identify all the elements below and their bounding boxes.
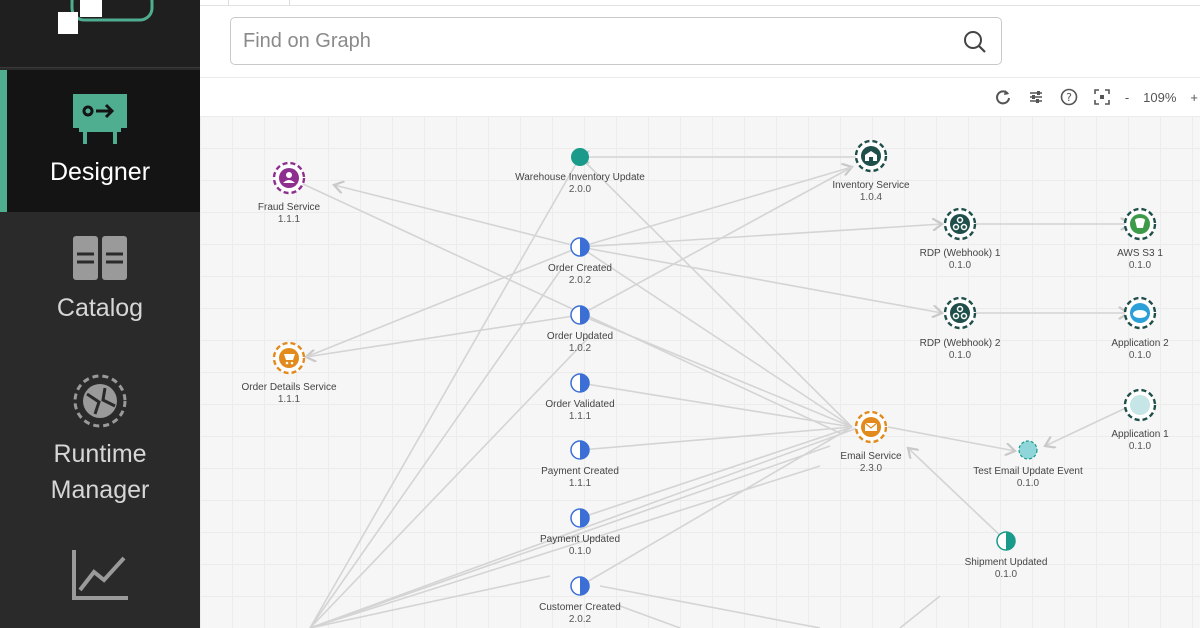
edge bbox=[309, 270, 561, 628]
book-icon bbox=[73, 236, 127, 280]
line-chart-icon bbox=[72, 550, 128, 600]
node-label: Shipment Updated 0.1.0 bbox=[964, 557, 1048, 580]
edge bbox=[579, 426, 853, 587]
fit-screen-icon[interactable] bbox=[1091, 86, 1113, 108]
node-label: AWS S3 1 0.1.0 bbox=[1117, 248, 1163, 271]
edge bbox=[579, 314, 853, 428]
sidebar-item-label: Designer bbox=[49, 158, 151, 186]
tab-strip bbox=[200, 0, 1200, 6]
application-2-node[interactable] bbox=[1123, 296, 1157, 330]
node-label: Inventory Service 1.0.4 bbox=[832, 180, 910, 203]
event-icon bbox=[1018, 440, 1038, 460]
half-circle-icon bbox=[580, 374, 589, 392]
svg-text:?: ? bbox=[1066, 91, 1072, 104]
application-1-node[interactable] bbox=[1123, 388, 1157, 422]
graph-toolbar: ? - 109% + bbox=[981, 84, 1200, 110]
aws-s3-1-node[interactable] bbox=[1123, 207, 1157, 241]
node-label: Test Email Update Event 0.1.0 bbox=[973, 466, 1083, 489]
application-icon bbox=[1130, 395, 1150, 415]
edge bbox=[579, 426, 853, 519]
half-circle-icon bbox=[580, 577, 589, 595]
sidebar-item-label: Catalog bbox=[56, 294, 144, 322]
search-input[interactable] bbox=[243, 29, 943, 53]
tab-active[interactable] bbox=[228, 0, 290, 6]
node-label: RDP (Webhook) 1 0.1.0 bbox=[919, 248, 1001, 271]
sidebar-item-analytics[interactable] bbox=[0, 548, 200, 628]
half-circle-icon bbox=[1006, 532, 1015, 550]
sidebar-item-runtime-manager[interactable]: Runtime Manager bbox=[0, 372, 200, 522]
logo-icon bbox=[58, 0, 154, 34]
half-circle-icon bbox=[580, 238, 589, 256]
email-service-node[interactable] bbox=[854, 410, 888, 444]
test-email-update-event-node[interactable] bbox=[1018, 440, 1038, 460]
order-created-node[interactable] bbox=[570, 237, 590, 257]
node-label: Order Created 2.0.2 bbox=[548, 263, 612, 286]
zoom-out-button[interactable]: - bbox=[1125, 90, 1129, 105]
node-label: RDP (Webhook) 2 0.1.0 bbox=[919, 338, 1001, 361]
edge bbox=[899, 595, 941, 628]
edge bbox=[579, 246, 942, 313]
sidebar: Designer Catalog Runtime Manager bbox=[0, 0, 200, 628]
edge bbox=[306, 314, 581, 357]
node-label: Payment Created 1.1.1 bbox=[541, 466, 619, 489]
inventory-service-node[interactable] bbox=[854, 139, 888, 173]
node-label: Customer Created 2.0.2 bbox=[539, 602, 621, 625]
half-circle-icon bbox=[580, 441, 589, 459]
payment-updated-node[interactable] bbox=[570, 508, 590, 528]
app-logo[interactable] bbox=[0, 0, 200, 68]
search-box[interactable] bbox=[230, 17, 1002, 65]
help-icon[interactable]: ? bbox=[1058, 86, 1080, 108]
rdp-webhook-1-node[interactable] bbox=[943, 207, 977, 241]
edge bbox=[579, 426, 853, 451]
node-label: Fraud Service 1.1.1 bbox=[257, 202, 321, 225]
event-icon bbox=[571, 148, 589, 166]
edge bbox=[579, 224, 942, 248]
order-updated-node[interactable] bbox=[570, 305, 590, 325]
envelope-icon bbox=[864, 422, 878, 431]
node-label: Order Updated 1.0.2 bbox=[546, 331, 614, 354]
designer-icon bbox=[73, 94, 127, 144]
node-label: Application 1 0.1.0 bbox=[1111, 429, 1169, 452]
divider bbox=[200, 77, 1200, 78]
edge bbox=[579, 382, 853, 428]
filter-settings-icon[interactable] bbox=[1025, 86, 1047, 108]
graph-svg bbox=[272, 139, 1157, 628]
edge bbox=[289, 177, 841, 434]
node-label: Warehouse Inventory Update 2.0.0 bbox=[515, 172, 645, 195]
node-label: Application 2 0.1.0 bbox=[1111, 338, 1169, 361]
sidebar-item-label: Runtime Manager bbox=[50, 440, 150, 504]
half-circle-icon bbox=[580, 509, 589, 527]
node-label: Order Validated 1.1.1 bbox=[545, 399, 615, 422]
salesforce-icon bbox=[1133, 310, 1147, 318]
edge bbox=[579, 246, 853, 428]
fraud-service-node[interactable] bbox=[272, 161, 306, 195]
order-validated-node[interactable] bbox=[570, 373, 590, 393]
zoom-level: 109% bbox=[1143, 89, 1177, 105]
half-circle-icon bbox=[580, 306, 589, 324]
edge bbox=[619, 605, 681, 628]
zoom-in-button[interactable]: + bbox=[1190, 90, 1198, 105]
graph-canvas[interactable]: Fraud Service 1.1.1 Order Details Service… bbox=[200, 116, 1200, 628]
shipment-updated-node[interactable] bbox=[996, 531, 1016, 551]
warehouse-inventory-update-node[interactable] bbox=[571, 148, 589, 166]
edge bbox=[887, 426, 1015, 451]
order-details-service-node[interactable] bbox=[272, 341, 306, 375]
node-label: Payment Updated 0.1.0 bbox=[539, 534, 621, 557]
refresh-icon[interactable] bbox=[992, 86, 1014, 108]
globe-icon bbox=[73, 374, 127, 428]
sidebar-item-catalog[interactable]: Catalog bbox=[0, 232, 200, 342]
search-icon[interactable] bbox=[963, 30, 987, 54]
payment-created-node[interactable] bbox=[570, 440, 590, 460]
main-area: ? - 109% + bbox=[200, 0, 1200, 628]
sidebar-item-designer[interactable]: Designer bbox=[0, 70, 200, 212]
edge bbox=[599, 585, 821, 628]
rdp-webhook-2-node[interactable] bbox=[943, 296, 977, 330]
edge bbox=[908, 448, 1007, 542]
node-label: Email Service 2.3.0 bbox=[840, 451, 902, 474]
node-label: Order Details Service 1.1.1 bbox=[241, 382, 337, 405]
customer-created-node[interactable] bbox=[570, 576, 590, 596]
